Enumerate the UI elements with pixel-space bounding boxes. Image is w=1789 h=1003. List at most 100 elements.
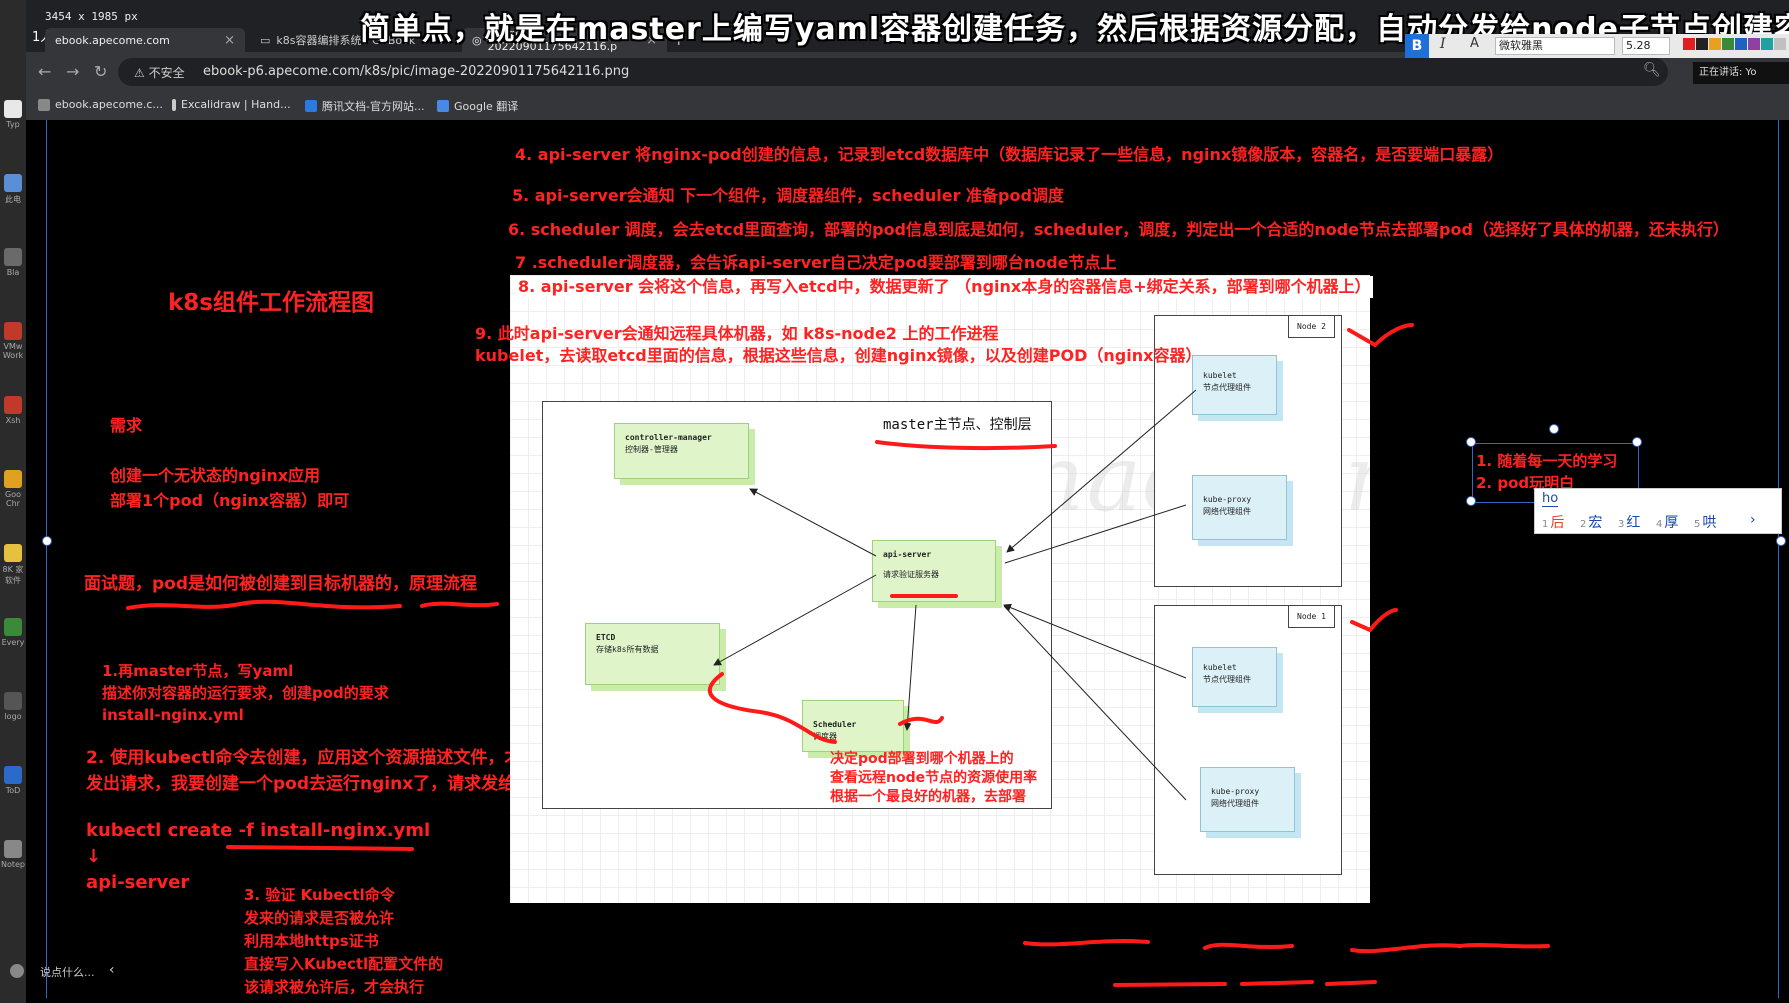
forward-icon[interactable]: →: [66, 62, 79, 81]
back-icon[interactable]: ←: [38, 62, 51, 81]
candidate-text: 宏: [1588, 515, 1603, 531]
italic-button[interactable]: I: [1440, 36, 1446, 52]
dock-app-label: 此电: [5, 195, 21, 204]
dock-app-label: ToD: [5, 786, 21, 795]
requirement-heading: 需求: [110, 416, 143, 435]
dock-app[interactable]: Typ: [0, 100, 26, 129]
candidate-text: 厚: [1664, 515, 1679, 531]
rotate-handle[interactable]: [1549, 424, 1559, 434]
candidate-text: 后: [1550, 515, 1565, 531]
speaking-indicator: 正在讲话: Yo: [1693, 62, 1789, 84]
flow-title: k8s组件工作流程图: [168, 290, 374, 316]
collapse-icon[interactable]: ‹: [109, 962, 115, 978]
bookmark-icon: [172, 98, 176, 111]
dock-app[interactable]: Notep: [0, 840, 26, 869]
k8s-architecture-diagram: www.yuchaoit.cn master主节点、控制层 controller…: [510, 275, 1370, 903]
ime-input-text: ho: [1542, 491, 1559, 507]
dock-app-label: Xsh: [5, 416, 21, 425]
avatar[interactable]: [10, 964, 24, 978]
ime-candidate[interactable]: 4厚: [1656, 512, 1678, 532]
dock-app[interactable]: Bla: [0, 248, 26, 277]
diagram-arrows: [713, 389, 1197, 801]
bold-button[interactable]: B: [1405, 34, 1429, 58]
app-icon: [4, 396, 22, 414]
ime-candidate[interactable]: 3红: [1618, 512, 1640, 532]
bookmark-ebook[interactable]: ebook.apecome.c...: [38, 98, 163, 111]
kubectl-command: kubectl create -f install-nginx.yml: [86, 820, 431, 841]
color-swatch[interactable]: [1774, 38, 1786, 50]
candidate-number: 1: [1542, 519, 1549, 530]
dock-app[interactable]: Xsh: [0, 396, 26, 425]
dock-app-label: 8K 家软件: [2, 565, 24, 585]
app-icon: [4, 766, 22, 784]
dock-app[interactable]: 8K 家软件: [0, 544, 26, 586]
color-swatch[interactable]: [1696, 38, 1708, 50]
app-icon: [4, 174, 22, 192]
step-8: 8. api-server 会将这个信息，再写入etcd中，数据更新了 （ngi…: [516, 276, 1373, 298]
candidate-number: 4: [1656, 519, 1663, 530]
color-swatch[interactable]: [1722, 38, 1734, 50]
candidate-number: 3: [1618, 519, 1625, 530]
ime-candidate[interactable]: 5哄: [1694, 512, 1716, 532]
color-swatch[interactable]: [1683, 38, 1695, 50]
font-color-button[interactable]: A: [1470, 36, 1479, 51]
color-swatch[interactable]: [1735, 38, 1747, 50]
step-1: 1.再master节点，写yaml 描述你对容器的运行要求，创建pod的要求 i…: [102, 662, 389, 724]
step-4: 4. api-server 将nginx-pod创建的信息，记录到etcd数据库…: [515, 145, 1504, 164]
ime-candidate[interactable]: 1后: [1542, 512, 1564, 532]
color-swatch[interactable]: [1709, 38, 1721, 50]
dock-app[interactable]: 此电: [0, 174, 26, 205]
app-icon: [4, 692, 22, 710]
app-icon: [4, 100, 22, 118]
bookmark-google-translate[interactable]: Google 翻译: [437, 98, 518, 114]
app-icon: [4, 470, 22, 488]
candidate-text: 哄: [1702, 515, 1717, 531]
dock-app[interactable]: Goo Chr: [0, 470, 26, 508]
dock-app[interactable]: ToD: [0, 766, 26, 795]
dock-app-label: VMw Work: [2, 342, 24, 360]
comment-input[interactable]: 说点什么...: [40, 964, 95, 980]
app-icon: [4, 618, 22, 636]
reload-icon[interactable]: ↻: [94, 62, 107, 81]
candidate-number: 2: [1580, 519, 1587, 530]
step-7: 7 .scheduler调度器，会告诉api-server自己决定pod要部署到…: [515, 253, 1117, 272]
resize-handle[interactable]: [1466, 437, 1476, 447]
dock-app[interactable]: Every: [0, 618, 26, 647]
resize-handle[interactable]: [1466, 496, 1476, 506]
bookmark-tencent-docs[interactable]: 腾讯文档-官方网站...: [305, 98, 424, 114]
scheduler-note: 决定pod部署到哪个机器上的 查看远程node节点的资源使用率 根据一个最良好的…: [830, 751, 1038, 805]
dock-app-label: Bla: [6, 268, 20, 277]
translate-icon: [437, 100, 449, 112]
font-size-select[interactable]: 5.28: [1622, 37, 1670, 55]
app-icon: [4, 840, 22, 858]
ime-next-page[interactable]: ›: [1750, 512, 1756, 528]
step-3: 3. 验证 Kubectl命令 发来的请求是否被允许 利用本地https证书 直…: [244, 886, 444, 996]
resize-handle[interactable]: [1632, 437, 1642, 447]
app-icon: [4, 322, 22, 340]
screen-dimensions: 3454 x 1985 px: [45, 10, 138, 23]
ime-candidate[interactable]: 2宏: [1580, 512, 1602, 532]
requirement-line: 部署1个pod（nginx容器）即可: [110, 491, 350, 510]
interview-question: 面试题，pod是如何被创建到目标机器的，原理流程: [84, 574, 478, 594]
dock-app[interactable]: VMw Work: [0, 322, 26, 360]
book-icon: ▭: [260, 33, 271, 47]
bookmark-icon: [38, 98, 50, 111]
insecure-indicator[interactable]: ⚠ 不安全: [134, 64, 185, 81]
dock-app-label: Notep: [0, 860, 25, 869]
close-icon[interactable]: ×: [224, 33, 235, 48]
color-swatch[interactable]: [1761, 38, 1773, 50]
step-9: 9. 此时api-server会通知远程具体机器，如 k8s-node2 上的工…: [475, 324, 1202, 365]
dock-app[interactable]: logo: [0, 692, 26, 721]
tab-ebook[interactable]: ebook.apecome.com ×: [45, 28, 245, 52]
tab-label: ebook.apecome.com: [55, 33, 170, 47]
dock-app-label: Goo Chr: [5, 490, 21, 508]
bookmark-excalidraw[interactable]: Excalidraw | Hand...: [172, 98, 291, 111]
zoom-icon[interactable]: 🔍︎: [1643, 62, 1661, 78]
font-family-select[interactable]: 微软雅黑: [1495, 37, 1615, 55]
dock-app-label: Typ: [6, 120, 20, 129]
resize-handle[interactable]: [1776, 536, 1786, 546]
color-swatch[interactable]: [1748, 38, 1760, 50]
url-text[interactable]: ebook-p6.apecome.com/k8s/pic/image-20220…: [203, 64, 629, 79]
resize-handle[interactable]: [42, 536, 52, 546]
dock-app-label: Every: [1, 638, 25, 647]
